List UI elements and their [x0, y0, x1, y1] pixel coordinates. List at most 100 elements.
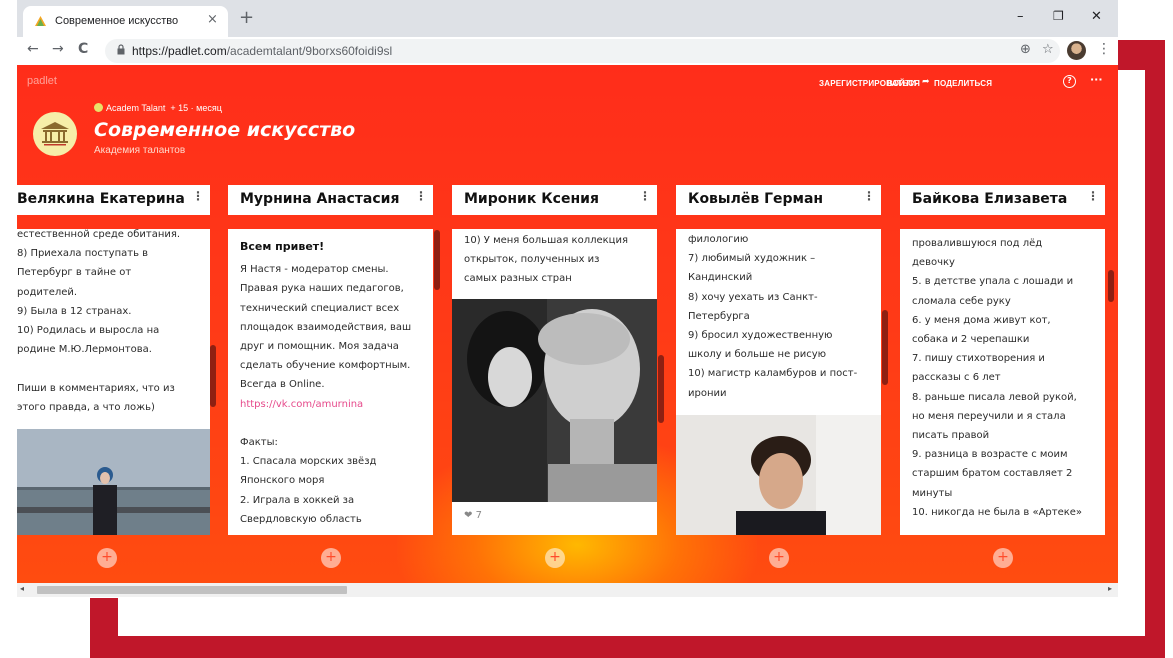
post-line: 8) хочу уехать из Санкт- — [688, 291, 818, 303]
post-line: филологию — [688, 234, 749, 245]
post-line: Петербург в тайне от — [17, 267, 132, 279]
add-post-button[interactable]: + — [97, 548, 117, 568]
post-card[interactable]: 10) У меня большая коллекция открыток, п… — [452, 229, 657, 535]
post-card[interactable]: естественной среде обитания. 8) Приехала… — [17, 229, 210, 535]
lakeside-portrait-image — [17, 429, 210, 535]
post-line: Я Настя - модератор смены. — [240, 264, 389, 276]
post-line: но меня переучили и я стала — [912, 410, 1066, 422]
heart-icon[interactable]: ❤ — [464, 510, 472, 521]
post-line: иронии — [688, 387, 727, 399]
zoom-icon[interactable]: ⊕ — [1020, 42, 1031, 57]
author-avatar[interactable] — [94, 103, 103, 112]
post-card[interactable]: Всем привет! Я Настя - модератор смены. … — [228, 229, 433, 535]
add-post-button[interactable]: + — [769, 548, 789, 568]
column-menu-icon[interactable]: ⋮ — [415, 189, 427, 203]
column-scrollbar[interactable] — [434, 230, 440, 290]
post-line: 10) У меня большая коллекция — [464, 235, 629, 246]
post-line: 1. Спасала морских звёзд — [240, 456, 377, 468]
back-button[interactable]: ← — [27, 41, 39, 57]
post-line: Свердловскую область — [240, 513, 362, 525]
browser-menu-icon[interactable]: ⋮ — [1097, 41, 1111, 57]
new-tab-button[interactable]: + — [239, 7, 254, 28]
post-line: 2. Играла в хоккей за — [240, 494, 355, 506]
post-line: 10) магистр каламбуров и пост- — [688, 368, 858, 380]
post-line: друг и помощник. Моя задача — [240, 341, 399, 353]
horizontal-scroll-thumb[interactable] — [37, 586, 347, 594]
more-options-icon[interactable]: ··· — [1090, 73, 1103, 86]
add-post-button[interactable]: + — [545, 548, 565, 568]
browser-tab[interactable]: Современное искусство × — [23, 6, 228, 37]
post-line: открыток, полученных из — [464, 254, 600, 266]
column-menu-icon[interactable]: ⋮ — [1087, 189, 1099, 203]
post-line: Японского моря — [240, 475, 325, 487]
add-post-button[interactable]: + — [993, 548, 1013, 568]
padlet-favicon-icon — [35, 16, 46, 26]
add-post-button[interactable]: + — [321, 548, 341, 568]
board-meta: + 15 · месяц — [170, 103, 222, 113]
post-body: филологию 7) любимый художник – Кандинск… — [688, 230, 857, 403]
column-header[interactable]: Ковылёв Герман ⋮ — [676, 185, 881, 215]
profile-avatar[interactable] — [1067, 41, 1086, 60]
login-link[interactable]: ВОЙТИ — [887, 79, 916, 88]
likes-row[interactable]: ❤ 7 — [464, 510, 482, 521]
minimize-button[interactable]: – — [1017, 9, 1024, 24]
column-title: Велякина Екатерина — [17, 191, 185, 207]
portrait-with-bust-image — [452, 299, 657, 502]
post-line: рассказы с 6 лет — [912, 372, 1001, 384]
browser-toolbar: ← → C https://padlet.com/academtalant/9b… — [17, 37, 1118, 65]
post-line: 7. пишу стихотворения и — [912, 353, 1045, 365]
post-line: девочку — [912, 257, 955, 269]
post-card[interactable]: провалившуюся под лёд девочку 5. в детст… — [900, 229, 1105, 535]
board-subtitle: Академия талантов — [94, 145, 186, 156]
post-line: 10) Родилась и выросла на — [17, 325, 160, 337]
url-text: https://padlet.com/academtalant/9borxs60… — [132, 44, 392, 58]
help-icon[interactable]: ? — [1063, 75, 1076, 88]
tab-title: Современное искусство — [55, 15, 179, 27]
tab-close-icon[interactable]: × — [207, 12, 218, 27]
facts-label: Факты: — [240, 437, 278, 449]
post-line: 9. разница в возрасте с моим — [912, 449, 1068, 461]
column-menu-icon[interactable]: ⋮ — [863, 189, 875, 203]
share-arrow-icon[interactable]: ➦ — [922, 77, 930, 87]
column-header[interactable]: Мурнина Анастасия ⋮ — [228, 185, 433, 215]
post-photo-lakeside[interactable] — [17, 429, 210, 535]
column-scrollbar[interactable] — [1108, 270, 1114, 302]
post-line: 9) Была в 12 странах. — [17, 305, 132, 317]
post-line: этого правда, а что ложь) — [17, 401, 155, 413]
bookmark-star-icon[interactable]: ☆ — [1042, 42, 1054, 57]
address-bar[interactable]: https://padlet.com/academtalant/9borxs60… — [105, 39, 1060, 63]
column-menu-icon[interactable]: ⋮ — [192, 189, 204, 203]
column-title: Ковылёв Герман — [688, 191, 824, 207]
post-card[interactable]: филологию 7) любимый художник – Кандинск… — [676, 229, 881, 535]
url-path: /academtalant/9borxs60foidi9sl — [226, 44, 393, 58]
forward-button[interactable]: → — [52, 41, 64, 57]
post-line: 8. раньше писала левой рукой, — [912, 391, 1077, 403]
horizontal-scrollbar[interactable]: ◂ ▸ — [17, 583, 1118, 597]
close-window-button[interactable]: ✕ — [1091, 9, 1102, 24]
column-title: Байкова Елизавета — [912, 191, 1068, 207]
post-photo-portrait[interactable] — [676, 415, 881, 535]
column-scrollbar[interactable] — [210, 345, 216, 407]
scroll-left-arrow[interactable]: ◂ — [20, 584, 24, 593]
author-name[interactable]: Academ Talant — [106, 103, 165, 113]
share-link[interactable]: ПОДЕЛИТЬСЯ — [934, 79, 992, 88]
reload-button[interactable]: C — [78, 41, 88, 57]
post-line: 10. никогда не была в «Артеке» — [912, 506, 1083, 518]
post-line: родителей. — [17, 286, 78, 298]
padlet-logo-text[interactable]: padlet — [27, 75, 57, 87]
column-header[interactable]: Байкова Елизавета ⋮ — [900, 185, 1105, 215]
column-scrollbar[interactable] — [658, 355, 664, 423]
maximize-button[interactable]: ❐ — [1053, 9, 1064, 23]
column-scrollbar[interactable] — [882, 310, 888, 385]
likes-count: 7 — [475, 510, 482, 521]
post-photo-sculpture[interactable] — [452, 299, 657, 502]
post-line: писать правой — [912, 430, 990, 442]
scroll-right-arrow[interactable]: ▸ — [1108, 584, 1112, 593]
browser-window: Современное искусство × + – ❐ ✕ ← → C ht… — [17, 0, 1118, 598]
column-header[interactable]: Мироник Ксения ⋮ — [452, 185, 657, 215]
column-menu-icon[interactable]: ⋮ — [639, 189, 651, 203]
column-header[interactable]: Велякина Екатерина ⋮ — [17, 185, 210, 215]
post-body: Всем привет! Я Настя - модератор смены. … — [240, 237, 411, 529]
lock-icon — [117, 44, 125, 55]
vk-profile-link[interactable]: https://vk.com/amurnina — [240, 395, 411, 414]
